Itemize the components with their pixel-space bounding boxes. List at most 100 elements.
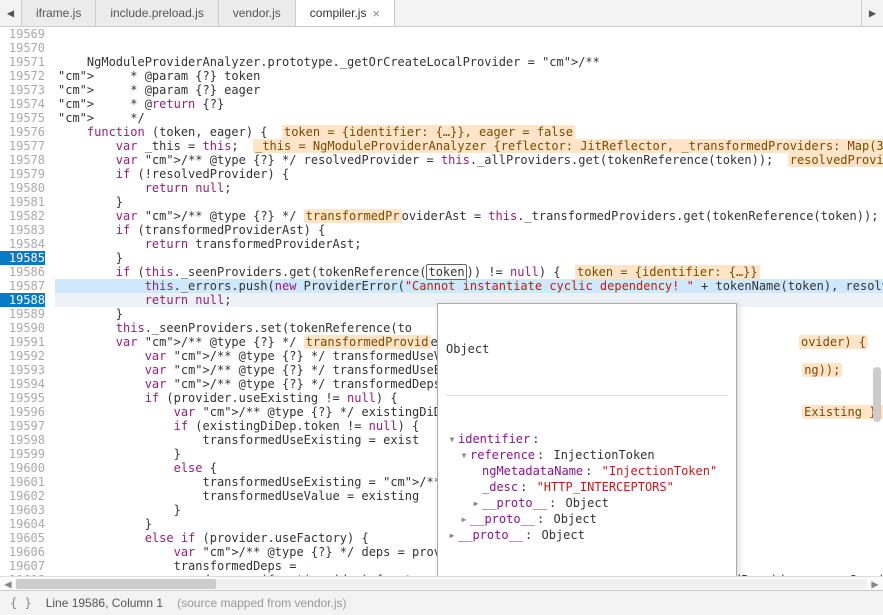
object-inspector-popup[interactable]: Object ▾identifier: ▾reference: Injectio… [437, 303, 737, 576]
line-number[interactable]: 19575 [0, 111, 45, 125]
line-number[interactable]: 19576 [0, 125, 45, 139]
line-number[interactable]: 19601 [0, 475, 45, 489]
line-number[interactable]: 19571 [0, 55, 45, 69]
property-value: Object [534, 527, 585, 543]
expand-arrow-icon[interactable]: ▸ [470, 495, 482, 511]
line-number[interactable]: 19582 [0, 209, 45, 223]
code-line[interactable]: "cm"> * @return {?} [55, 97, 883, 111]
scroll-right-button[interactable]: ▶ [867, 577, 883, 591]
popup-title: Object [446, 341, 728, 357]
code-line[interactable]: var "cm">/** @type {?} */ resolvedProvid… [55, 153, 883, 167]
expand-arrow-icon[interactable]: ▾ [446, 431, 458, 447]
line-number[interactable]: 19581 [0, 195, 45, 209]
property-key: __proto__ [458, 527, 523, 543]
line-number[interactable]: 19587 [0, 279, 45, 293]
code-line[interactable]: } [55, 251, 883, 265]
line-number[interactable]: 19603 [0, 503, 45, 517]
vertical-scrollbar-thumb[interactable] [873, 367, 881, 422]
scrollbar-thumb[interactable] [16, 579, 216, 589]
line-number[interactable]: 19586 [0, 265, 45, 279]
line-number[interactable]: 19597 [0, 419, 45, 433]
scrollbar-track[interactable] [16, 579, 867, 589]
popup-property-row[interactable]: ▸__proto__: Object [446, 495, 728, 511]
line-number[interactable]: 19595 [0, 391, 45, 405]
property-key: _desc [482, 479, 518, 495]
scroll-left-button[interactable]: ◀ [0, 577, 16, 591]
popup-property-row[interactable]: ▸__proto__: Object [446, 511, 728, 527]
line-number[interactable]: 19588 [0, 293, 45, 307]
code-line[interactable]: if (this._seenProviders.get(tokenReferen… [55, 265, 883, 279]
tab-iframe-js[interactable]: iframe.js [22, 0, 96, 26]
line-number[interactable]: 19583 [0, 223, 45, 237]
chevron-right-icon: ▶ [869, 6, 876, 20]
line-number[interactable]: 19591 [0, 335, 45, 349]
line-number[interactable]: 19607 [0, 559, 45, 573]
tab-label: vendor.js [233, 6, 281, 20]
close-icon[interactable]: × [372, 7, 380, 20]
line-number[interactable]: 19600 [0, 461, 45, 475]
tab-include-preload-js[interactable]: include.preload.js [96, 0, 218, 26]
property-key: reference [470, 447, 535, 463]
code-area[interactable]: NgModuleProviderAnalyzer.prototype._getO… [55, 27, 883, 576]
line-number[interactable]: 19585 [0, 251, 45, 265]
line-number[interactable]: 19592 [0, 349, 45, 363]
popup-property-row[interactable]: ▸__proto__: Object [446, 527, 728, 543]
expand-arrow-icon[interactable]: ▸ [446, 527, 458, 543]
tabs-next-button[interactable]: ▶ [861, 0, 883, 26]
cursor-position: Line 19586, Column 1 [46, 596, 163, 610]
line-number[interactable]: 19596 [0, 405, 45, 419]
tabs-prev-button[interactable]: ◀ [0, 0, 22, 26]
line-number[interactable]: 19579 [0, 167, 45, 181]
line-number[interactable]: 19594 [0, 377, 45, 391]
line-number[interactable]: 19589 [0, 307, 45, 321]
property-value: "HTTP_INTERCEPTORS" [529, 479, 674, 495]
expand-arrow-icon[interactable]: ▾ [458, 447, 470, 463]
code-line[interactable]: "cm"> * @param {?} token [55, 69, 883, 83]
code-line[interactable]: "cm"> * @param {?} eager [55, 83, 883, 97]
popup-property-row[interactable]: ngMetadataName: "InjectionToken" [446, 463, 728, 479]
line-number[interactable]: 19578 [0, 153, 45, 167]
horizontal-scrollbar[interactable]: ◀ ▶ [0, 576, 883, 590]
line-number[interactable]: 19604 [0, 517, 45, 531]
popup-property-row[interactable]: _desc: "HTTP_INTERCEPTORS" [446, 479, 728, 495]
code-line[interactable]: function (token, eager) { token = {ident… [55, 125, 883, 139]
line-number[interactable]: 19605 [0, 531, 45, 545]
code-line[interactable]: "cm"> */ [55, 111, 883, 125]
line-number[interactable]: 19569 [0, 27, 45, 41]
code-line[interactable]: return null; [55, 181, 883, 195]
line-number[interactable]: 19598 [0, 433, 45, 447]
code-line[interactable]: var "cm">/** @type {?} */ transformedPro… [55, 209, 883, 223]
line-number-gutter: 1956919570195711957219573195741957519576… [0, 27, 55, 576]
line-number[interactable]: 19608 [0, 573, 45, 576]
pretty-print-icon[interactable]: { } [10, 596, 32, 610]
code-line[interactable]: } [55, 195, 883, 209]
line-number[interactable]: 19599 [0, 447, 45, 461]
code-editor[interactable]: 1956919570195711957219573195741957519576… [0, 27, 883, 576]
code-line[interactable]: if (transformedProviderAst) { [55, 223, 883, 237]
line-number[interactable]: 19574 [0, 97, 45, 111]
popup-property-row[interactable]: ▾reference: InjectionToken [446, 447, 728, 463]
tab-compiler-js[interactable]: compiler.js× [296, 0, 395, 26]
property-value: Object [558, 495, 609, 511]
line-number[interactable]: 19602 [0, 489, 45, 503]
line-number[interactable]: 19584 [0, 237, 45, 251]
tab-vendor-js[interactable]: vendor.js [219, 0, 296, 26]
code-line[interactable]: this._errors.push(new ProviderError("Can… [55, 279, 883, 293]
line-number[interactable]: 19572 [0, 69, 45, 83]
line-number[interactable]: 19593 [0, 363, 45, 377]
line-number[interactable]: 19570 [0, 41, 45, 55]
code-line[interactable]: var _this = this; _this = NgModuleProvid… [55, 139, 883, 153]
line-number[interactable]: 19606 [0, 545, 45, 559]
line-number[interactable]: 19573 [0, 83, 45, 97]
property-key: identifier [458, 431, 530, 447]
tab-bar: ◀ iframe.jsinclude.preload.js vendor.js co… [0, 0, 883, 27]
line-number[interactable]: 19577 [0, 139, 45, 153]
code-line[interactable]: return transformedProviderAst; [55, 237, 883, 251]
property-value: "InjectionToken" [594, 463, 717, 479]
code-line[interactable]: NgModuleProviderAnalyzer.prototype._getO… [55, 55, 883, 69]
code-line[interactable]: if (!resolvedProvider) { [55, 167, 883, 181]
expand-arrow-icon[interactable]: ▸ [458, 511, 470, 527]
line-number[interactable]: 19590 [0, 321, 45, 335]
line-number[interactable]: 19580 [0, 181, 45, 195]
popup-property-row[interactable]: ▾identifier: [446, 431, 728, 447]
